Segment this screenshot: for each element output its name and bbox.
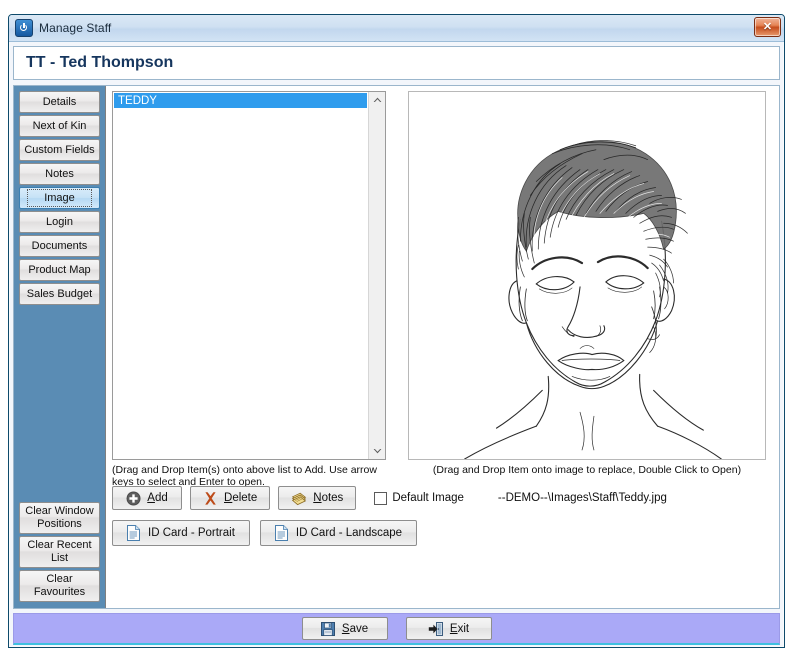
record-header: TT - Ted Thompson (13, 46, 780, 80)
document-icon (127, 525, 140, 541)
power-icon (15, 19, 33, 37)
sidebar-item-label: Documents (31, 240, 88, 252)
sidebar-item-label: Login (46, 216, 73, 228)
sidebar-utility-group: Clear Window Positions Clear Recent List… (14, 502, 105, 602)
sidebar-item-label: Product Map (28, 264, 91, 276)
notes-icon (292, 492, 307, 505)
sidebar-item-notes[interactable]: Notes (19, 163, 100, 185)
exit-door-icon (428, 621, 443, 636)
image-toolbar: Add Delete Notes Default Image --DEMO--\… (112, 486, 667, 510)
default-image-checkbox[interactable]: Default Image (374, 491, 464, 505)
clear-window-positions-button[interactable]: Clear Window Positions (19, 502, 100, 534)
list-hint-text: (Drag and Drop Item(s) onto above list t… (112, 464, 377, 488)
window-title: Manage Staff (39, 21, 112, 35)
sidebar-item-label: Custom Fields (24, 144, 95, 156)
exit-button[interactable]: Exit (405, 617, 492, 640)
save-disk-icon (320, 621, 335, 636)
add-button[interactable]: Add (112, 486, 182, 510)
save-button[interactable]: Save (301, 617, 388, 640)
sidebar-item-product-map[interactable]: Product Map (19, 259, 100, 281)
add-button-label: Add (147, 492, 168, 504)
sidebar-tab-group: Details Next of Kin Custom Fields Notes … (14, 91, 105, 305)
window-body: Details Next of Kin Custom Fields Notes … (13, 85, 780, 609)
id-card-portrait-label: ID Card - Portrait (148, 527, 235, 539)
sidebar-item-image[interactable]: Image (19, 187, 100, 209)
image-list-area[interactable]: TEDDY (113, 92, 368, 459)
document-icon (274, 525, 288, 541)
image-list-box[interactable]: TEDDY (112, 91, 386, 460)
close-icon: ✕ (762, 20, 773, 33)
clear-favourites-button[interactable]: Clear Favourites (19, 570, 100, 602)
id-card-landscape-label: ID Card - Landscape (295, 527, 403, 539)
sidebar-item-login[interactable]: Login (19, 211, 100, 233)
scroll-down-icon[interactable] (369, 443, 385, 459)
page-title: TT - Ted Thompson (26, 54, 174, 71)
image-tab-content: TEDDY (Drag and Drop Item(s) onto above … (106, 86, 779, 608)
exit-button-label: Exit (449, 622, 470, 635)
list-item[interactable]: TEDDY (114, 93, 367, 108)
save-button-label: Save (341, 622, 369, 635)
id-card-portrait-button[interactable]: ID Card - Portrait (112, 520, 250, 546)
scroll-up-icon[interactable] (369, 92, 385, 108)
clear-recent-list-button[interactable]: Clear Recent List (19, 536, 100, 568)
portrait-sketch (409, 92, 765, 459)
delete-button[interactable]: Delete (190, 486, 271, 510)
list-vertical-scrollbar[interactable] (368, 92, 385, 459)
sidebar-item-documents[interactable]: Documents (19, 235, 100, 257)
checkbox-box[interactable] (374, 491, 388, 505)
sidebar-item-label: Details (42, 96, 77, 108)
sidebar-item-label: Image (27, 189, 92, 207)
sidebar-item-label: Notes (45, 168, 74, 180)
sidebar-item-custom-fields[interactable]: Custom Fields (19, 139, 100, 161)
sidebar: Details Next of Kin Custom Fields Notes … (14, 86, 106, 608)
notes-button[interactable]: Notes (278, 486, 357, 510)
close-button[interactable]: ✕ (754, 17, 781, 37)
image-file-path: --DEMO--\Images\Staff\Teddy.jpg (497, 492, 667, 504)
footer-bar: Save Exit (13, 613, 780, 645)
staff-image-panel[interactable] (408, 91, 766, 460)
sidebar-item-label: Sales Budget (26, 288, 93, 300)
default-image-label: Default Image (392, 492, 464, 504)
plus-circle-icon (126, 491, 141, 505)
sidebar-item-next-of-kin[interactable]: Next of Kin (19, 115, 100, 137)
title-bar: Manage Staff ✕ (9, 15, 784, 42)
sidebar-item-sales-budget[interactable]: Sales Budget (19, 283, 100, 305)
notes-button-label: Notes (313, 492, 344, 504)
sidebar-item-label: Next of Kin (32, 120, 87, 132)
image-panel-hint: (Drag and Drop Item onto image to replac… (432, 464, 742, 476)
x-mark-icon (205, 491, 216, 505)
sidebar-item-details[interactable]: Details (19, 91, 100, 113)
delete-button-label: Delete (224, 492, 258, 504)
id-card-landscape-button[interactable]: ID Card - Landscape (259, 520, 418, 546)
id-card-row: ID Card - Portrait ID Card - Landscape (112, 520, 418, 546)
manage-staff-window: Manage Staff ✕ TT - Ted Thompson Details… (8, 14, 785, 648)
